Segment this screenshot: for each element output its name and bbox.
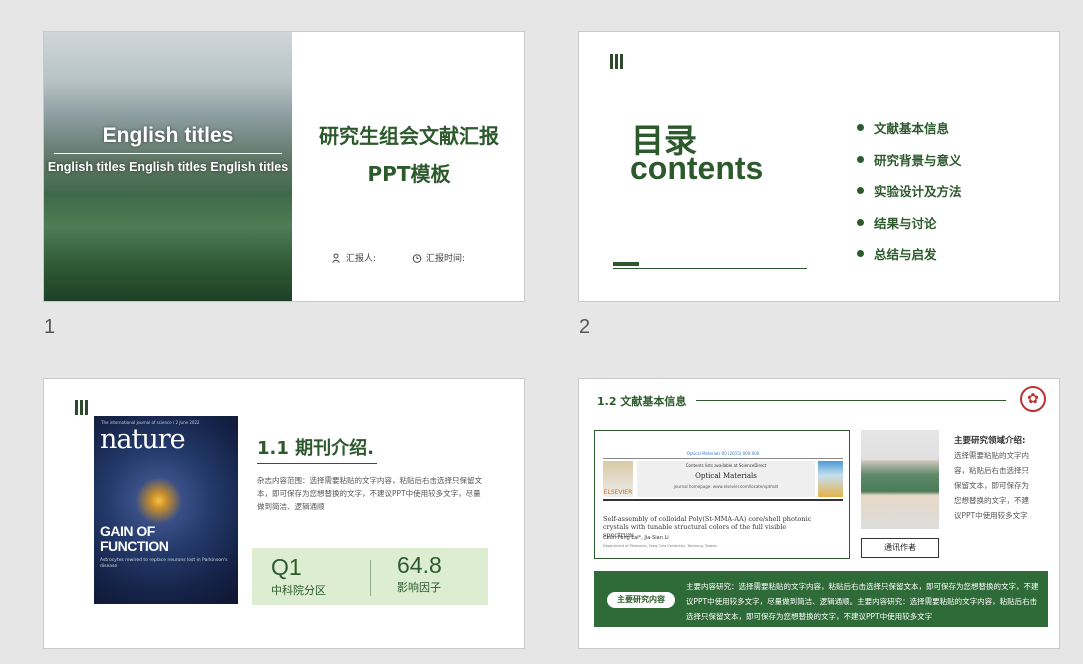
publisher-logo: ELSEVIER (603, 461, 633, 497)
reporter-label: 汇报人: (346, 254, 377, 264)
english-subtitle: English titles English titles English ti… (47, 160, 289, 174)
slide-thumbnail-1[interactable]: English titles English titles English ti… (43, 31, 525, 302)
heading-underline (257, 463, 377, 464)
toc-item: 总结与启发 (857, 238, 962, 270)
title-divider (54, 153, 282, 154)
journal-homepage: journal homepage: www.elsevier.com/locat… (673, 484, 779, 489)
journal-thumbnail (818, 461, 843, 497)
paper-authors: Chun-Feng Lai*, Jia-Sian Li (603, 535, 669, 541)
journal-description: 杂志内容范围：选择需要粘贴的文字内容，粘贴后右击选择只保留文本，即可保存为您想替… (257, 476, 482, 511)
toc-item: 研究背景与意义 (857, 144, 962, 176)
paper-affiliation: Department of Photonics, Feng Chia Unive… (603, 544, 717, 548)
author-photo (861, 430, 939, 529)
reporter-field: 汇报人: (332, 251, 376, 264)
slide-number-1: 1 (44, 316, 56, 338)
impact-factor-label: 影响因子 (397, 581, 441, 594)
bullet-icon (857, 250, 864, 258)
section-heading: 1.2 文献基本信息 (597, 395, 687, 408)
toc-heading-en: contents (630, 150, 764, 186)
clock-icon (412, 253, 422, 263)
decorative-bars-icon (75, 400, 88, 415)
journal-availability: Contents lists available at ScienceDirec… (685, 463, 767, 468)
toc-list: 文献基本信息 研究背景与意义 实验设计及方法 结果与讨论 总结与启发 (857, 112, 962, 270)
decorative-bars-icon (610, 54, 623, 69)
research-content-text: 主要内容研究：选择需要粘贴的文字内容，粘贴后右击选择只保留文本，即可保存为您想替… (686, 582, 1039, 621)
paper-citation: Optical Materials 00 (2015) 000-000 (686, 451, 760, 456)
cover-masthead: nature (100, 424, 186, 455)
paper-rule (603, 458, 843, 459)
impact-factor-value: 64.8 (397, 552, 442, 578)
toc-item-label: 文献基本信息 (874, 121, 950, 137)
research-field-text: 选择需要粘贴的文字内容，粘贴后右击选择只保留文本，即可保存为您想替换的文字，不建… (954, 451, 1029, 520)
university-seal-icon: ✿ (1020, 386, 1046, 412)
toc-item-label: 结果与讨论 (874, 215, 937, 231)
cover-headline: GAIN OF FUNCTION (100, 523, 169, 554)
toc-item: 文献基本信息 (857, 112, 962, 144)
slide-title-line1: 研究生组会文献汇报 (319, 124, 499, 148)
toc-item-label: 总结与启发 (874, 247, 937, 263)
english-title: English titles (102, 124, 234, 147)
journal-header: Contents lists available at ScienceDirec… (637, 461, 815, 497)
heading-underline-thick (613, 262, 639, 266)
paper-screenshot: Optical Materials 00 (2015) 000-000 ELSE… (594, 430, 850, 559)
slide-title-line2: PPT模板 (367, 162, 451, 186)
quartile-label: 中科院分区 (271, 584, 326, 597)
toc-item-label: 实验设计及方法 (874, 184, 962, 200)
bullet-icon (857, 124, 864, 132)
corresponding-author-button[interactable]: 通讯作者 (861, 538, 939, 558)
heading-underline (613, 268, 807, 269)
toc-item: 实验设计及方法 (857, 175, 962, 207)
toc-item-label: 研究背景与意义 (874, 152, 962, 168)
bullet-icon (857, 155, 864, 163)
quartile-value: Q1 (271, 554, 302, 580)
journal-cover-image: The international journal of science / 2… (94, 416, 238, 604)
research-field-title: 主要研究领域介绍: (954, 436, 1026, 446)
toc-item: 结果与讨论 (857, 207, 962, 239)
research-content-band: 主要研究内容 主要内容研究：选择需要粘贴的文字内容，粘贴后右击选择只保留文本，即… (594, 571, 1048, 627)
metrics-divider (370, 560, 371, 596)
research-content-pill: 主要研究内容 (607, 592, 675, 608)
slide-number-2: 2 (579, 316, 591, 338)
heading-rule (696, 400, 1006, 401)
time-label: 汇报时间: (426, 254, 466, 264)
time-field: 汇报时间: (412, 251, 465, 264)
section-heading: 1.1 期刊介绍. (257, 438, 374, 459)
cover-subheadline: Astrocytes rewired to replace neurons lo… (100, 558, 228, 569)
slide-thumbnail-3[interactable]: The international journal of science / 2… (43, 378, 525, 649)
landscape-photo: English titles English titles English ti… (44, 32, 292, 301)
user-icon (332, 253, 340, 263)
bullet-icon (857, 218, 864, 226)
slide-thumbnail-2[interactable]: 目录 contents 文献基本信息 研究背景与意义 实验设计及方法 结果与讨论… (578, 31, 1060, 302)
slide-thumbnail-4[interactable]: 1.2 文献基本信息 ✿ Optical Materials 00 (2015)… (578, 378, 1060, 649)
journal-name: Optical Materials (695, 472, 757, 480)
metrics-box: Q1 中科院分区 64.8 影响因子 (252, 548, 488, 605)
bullet-icon (857, 187, 864, 195)
paper-rule-thick (603, 499, 843, 501)
